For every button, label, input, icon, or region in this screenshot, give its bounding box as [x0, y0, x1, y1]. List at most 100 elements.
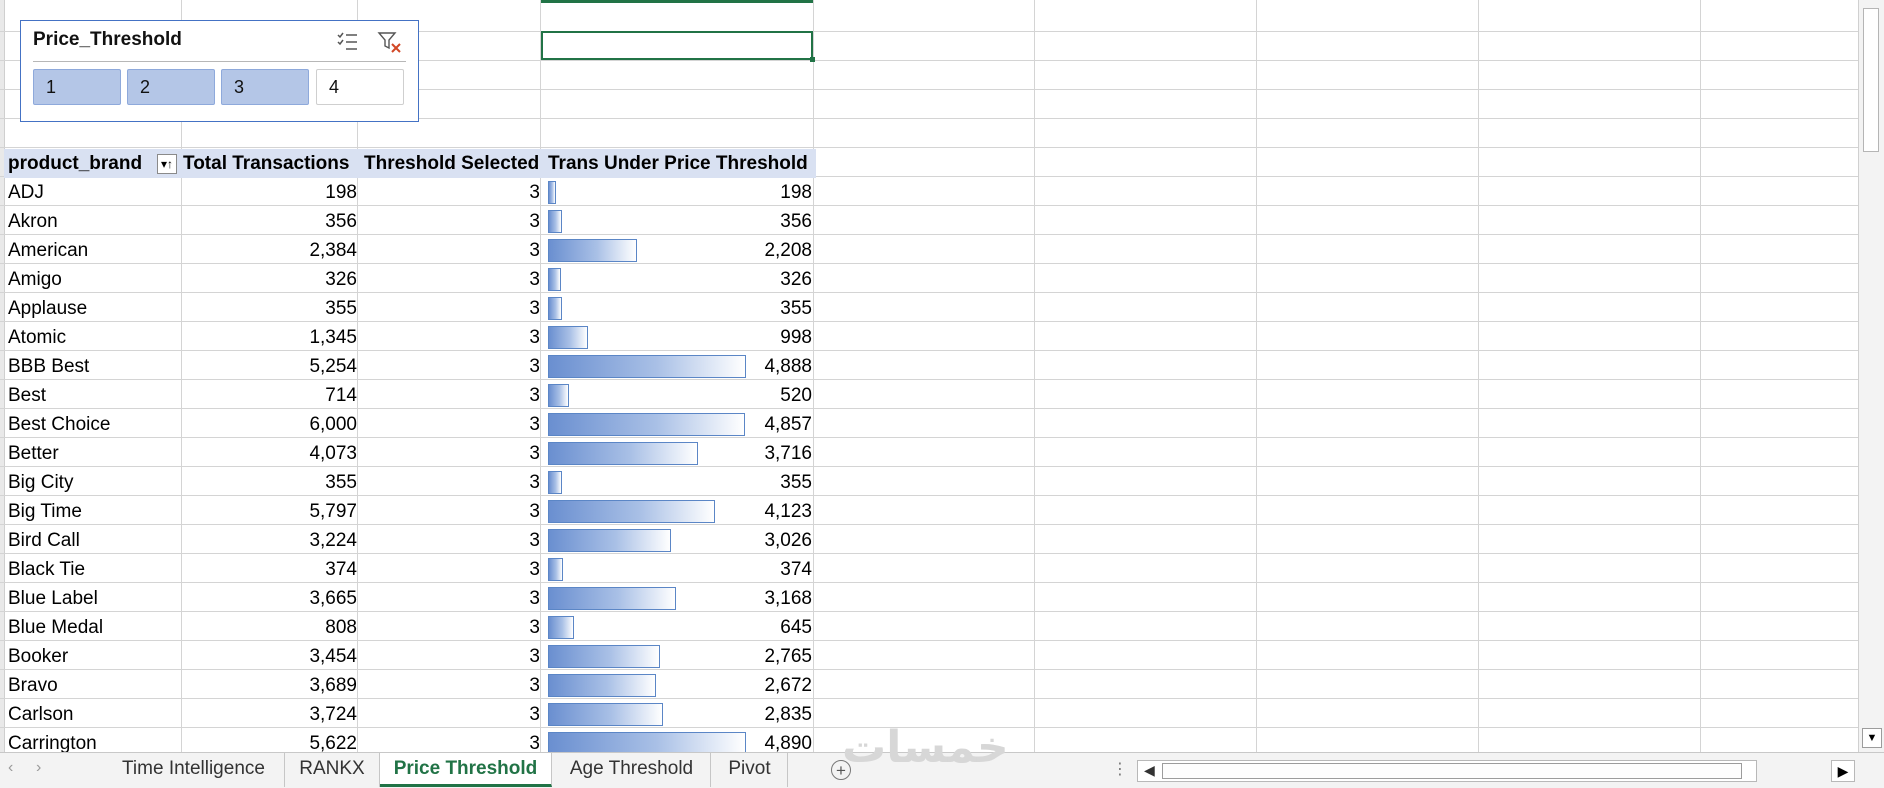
trans-under-threshold-cell[interactable]: 374	[544, 555, 816, 584]
brand-cell[interactable]: Black Tie	[4, 555, 180, 584]
brand-cell[interactable]: BBB Best	[4, 352, 180, 381]
trans-under-threshold-cell[interactable]: 4,123	[544, 497, 816, 526]
trans-under-threshold-cell[interactable]: 355	[544, 294, 816, 323]
trans-under-threshold-cell[interactable]: 4,890	[544, 729, 816, 752]
sheet-tab[interactable]: Age Threshold	[553, 753, 711, 787]
brand-cell[interactable]: Applause	[4, 294, 180, 323]
table-row[interactable]: Atomic 1,345 3 998	[4, 323, 814, 352]
threshold-selected-cell[interactable]: 3	[361, 526, 544, 555]
total-transactions-cell[interactable]: 198	[180, 178, 361, 207]
prev-sheet-arrow-icon[interactable]: ‹	[8, 759, 13, 777]
threshold-selected-cell[interactable]: 3	[361, 671, 544, 700]
slicer-option-2[interactable]: 2	[127, 69, 215, 105]
brand-cell[interactable]: Carrington	[4, 729, 180, 752]
sort-filter-dropdown-icon[interactable]: ▾↑	[157, 154, 177, 174]
total-transactions-cell[interactable]: 808	[180, 613, 361, 642]
scroll-right-arrow-icon[interactable]: ▶	[1831, 760, 1855, 782]
total-transactions-cell[interactable]: 326	[180, 265, 361, 294]
table-row[interactable]: Big City 355 3 355	[4, 468, 814, 497]
threshold-selected-cell[interactable]: 3	[361, 294, 544, 323]
total-transactions-cell[interactable]: 4,073	[180, 439, 361, 468]
trans-under-threshold-cell[interactable]: 645	[544, 613, 816, 642]
threshold-selected-cell[interactable]: 3	[361, 381, 544, 410]
trans-under-threshold-cell[interactable]: 198	[544, 178, 816, 207]
trans-under-threshold-cell[interactable]: 2,208	[544, 236, 816, 265]
brand-cell[interactable]: Booker	[4, 642, 180, 671]
trans-under-threshold-cell[interactable]: 326	[544, 265, 816, 294]
trans-under-threshold-cell[interactable]: 3,168	[544, 584, 816, 613]
total-transactions-cell[interactable]: 355	[180, 468, 361, 497]
trans-under-threshold-cell[interactable]: 355	[544, 468, 816, 497]
trans-under-threshold-cell[interactable]: 2,765	[544, 642, 816, 671]
vertical-scroll-thumb[interactable]	[1863, 8, 1879, 152]
next-sheet-arrow-icon[interactable]: ›	[36, 759, 41, 777]
total-transactions-cell[interactable]: 714	[180, 381, 361, 410]
brand-cell[interactable]: American	[4, 236, 180, 265]
total-transactions-cell[interactable]: 3,224	[180, 526, 361, 555]
threshold-selected-cell[interactable]: 3	[361, 439, 544, 468]
table-row[interactable]: American 2,384 3 2,208	[4, 236, 814, 265]
brand-cell[interactable]: ADJ	[4, 178, 180, 207]
tab-split-handle-icon[interactable]: ⋮	[1112, 759, 1128, 779]
horizontal-scroll-thumb[interactable]	[1162, 763, 1742, 779]
sheet-tab[interactable]: Time Intelligence	[103, 753, 285, 787]
multi-select-icon[interactable]	[335, 29, 361, 55]
threshold-selected-cell[interactable]: 3	[361, 236, 544, 265]
vertical-scrollbar[interactable]: ▼	[1858, 0, 1884, 752]
threshold-selected-cell[interactable]: 3	[361, 700, 544, 729]
table-row[interactable]: Carlson 3,724 3 2,835	[4, 700, 814, 729]
scroll-down-arrow-icon[interactable]: ▼	[1862, 728, 1882, 748]
trans-under-threshold-cell[interactable]: 4,857	[544, 410, 816, 439]
brand-cell[interactable]: Amigo	[4, 265, 180, 294]
table-row[interactable]: Big Time 5,797 3 4,123	[4, 497, 814, 526]
brand-cell[interactable]: Akron	[4, 207, 180, 236]
sheet-tab[interactable]: Price Threshold	[380, 753, 552, 787]
scroll-left-arrow-icon[interactable]: ◀	[1144, 762, 1155, 779]
threshold-selected-cell[interactable]: 3	[361, 729, 544, 752]
threshold-selected-cell[interactable]: 3	[361, 265, 544, 294]
threshold-selected-cell[interactable]: 3	[361, 497, 544, 526]
brand-cell[interactable]: Atomic	[4, 323, 180, 352]
total-transactions-cell[interactable]: 5,622	[180, 729, 361, 752]
brand-cell[interactable]: Bird Call	[4, 526, 180, 555]
table-row[interactable]: BBB Best 5,254 3 4,888	[4, 352, 814, 381]
total-transactions-cell[interactable]: 3,454	[180, 642, 361, 671]
table-row[interactable]: Amigo 326 3 326	[4, 265, 814, 294]
total-transactions-cell[interactable]: 3,689	[180, 671, 361, 700]
brand-cell[interactable]: Bravo	[4, 671, 180, 700]
active-cell[interactable]	[541, 31, 815, 62]
trans-under-threshold-cell[interactable]: 998	[544, 323, 816, 352]
slicer-option-4[interactable]: 4	[316, 69, 404, 105]
table-row[interactable]: Applause 355 3 355	[4, 294, 814, 323]
trans-under-threshold-cell[interactable]: 3,026	[544, 526, 816, 555]
total-transactions-cell[interactable]: 5,254	[180, 352, 361, 381]
table-row[interactable]: Bird Call 3,224 3 3,026	[4, 526, 814, 555]
table-row[interactable]: Blue Medal 808 3 645	[4, 613, 814, 642]
table-row[interactable]: Booker 3,454 3 2,765	[4, 642, 814, 671]
brand-cell[interactable]: Best Choice	[4, 410, 180, 439]
brand-cell[interactable]: Best	[4, 381, 180, 410]
trans-under-threshold-cell[interactable]: 3,716	[544, 439, 816, 468]
threshold-selected-cell[interactable]: 3	[361, 555, 544, 584]
brand-cell[interactable]: Big City	[4, 468, 180, 497]
threshold-selected-cell[interactable]: 3	[361, 207, 544, 236]
horizontal-scrollbar[interactable]: ◀	[1137, 760, 1757, 782]
trans-under-threshold-cell[interactable]: 520	[544, 381, 816, 410]
threshold-selected-cell[interactable]: 3	[361, 613, 544, 642]
brand-cell[interactable]: Carlson	[4, 700, 180, 729]
total-transactions-cell[interactable]: 1,345	[180, 323, 361, 352]
threshold-selected-cell[interactable]: 3	[361, 178, 544, 207]
trans-under-threshold-cell[interactable]: 356	[544, 207, 816, 236]
brand-cell[interactable]: Blue Medal	[4, 613, 180, 642]
price-threshold-slicer[interactable]: Price_Threshold 1 2 3 4	[20, 20, 419, 122]
brand-cell[interactable]: Big Time	[4, 497, 180, 526]
table-row[interactable]: Best 714 3 520	[4, 381, 814, 410]
total-transactions-cell[interactable]: 3,665	[180, 584, 361, 613]
threshold-selected-cell[interactable]: 3	[361, 410, 544, 439]
total-transactions-cell[interactable]: 3,724	[180, 700, 361, 729]
threshold-selected-cell[interactable]: 3	[361, 642, 544, 671]
table-row[interactable]: Bravo 3,689 3 2,672	[4, 671, 814, 700]
trans-under-threshold-cell[interactable]: 2,835	[544, 700, 816, 729]
slicer-option-1[interactable]: 1	[33, 69, 121, 105]
brand-cell[interactable]: Blue Label	[4, 584, 180, 613]
